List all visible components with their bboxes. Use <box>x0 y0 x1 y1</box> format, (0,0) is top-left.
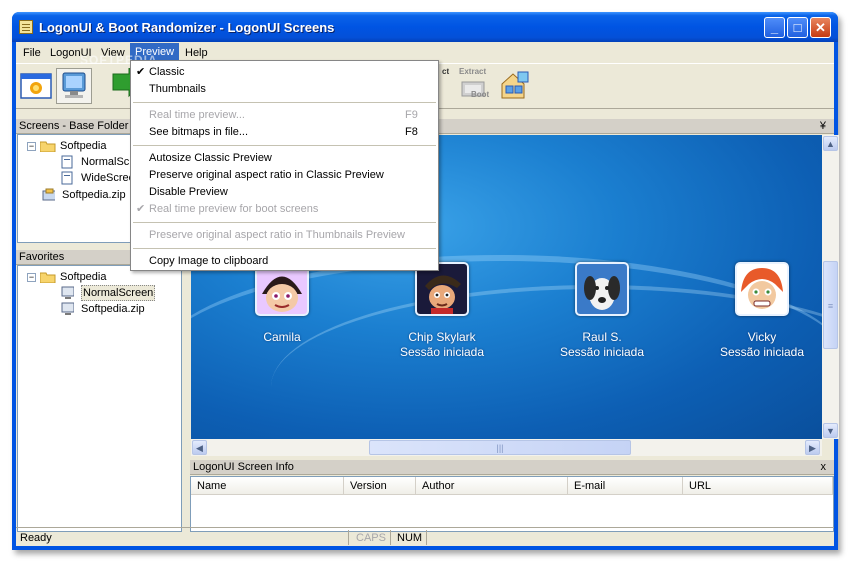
scroll-left-button[interactable]: ◀ <box>192 440 207 455</box>
status-caps: CAPS <box>356 532 386 544</box>
column-url[interactable]: URL <box>683 477 833 495</box>
user-name: Raul S. <box>582 330 622 344</box>
horizontal-scroll-thumb[interactable]: ||| <box>369 440 631 455</box>
scroll-down-button[interactable]: ▼ <box>823 423 838 438</box>
preview-pin-icon[interactable]: ¥ <box>820 119 826 134</box>
monitor-small-icon <box>61 286 74 299</box>
status-ready: Ready <box>20 532 52 544</box>
app-icon[interactable] <box>19 20 33 34</box>
user-name: Chip Skylark <box>408 330 476 344</box>
menu-item-preserve-aspect-thumbnails[interactable]: Preserve original aspect ratio in Thumbn… <box>131 227 438 244</box>
house-screens-icon <box>501 71 529 99</box>
menu-separator <box>133 102 436 103</box>
menu-item-copy-image[interactable]: Copy Image to clipboard <box>131 253 438 270</box>
menu-item-disable-preview[interactable]: Disable Preview <box>131 184 438 201</box>
column-name[interactable]: Name <box>191 477 344 495</box>
title-bar[interactable]: LogonUI & Boot Randomizer - LogonUI Scre… <box>12 12 838 42</box>
menu-separator <box>133 222 436 223</box>
menu-item-classic[interactable]: ✔ Classic <box>131 64 438 81</box>
menu-item-autosize-classic[interactable]: Autosize Classic Preview <box>131 150 438 167</box>
user-tile-camila: Camila <box>212 262 352 345</box>
vertical-scroll-thumb[interactable]: ≡ <box>823 261 838 349</box>
user-avatar <box>575 262 629 316</box>
collapse-toggle[interactable]: − <box>27 273 36 282</box>
screen-file-icon <box>61 171 73 185</box>
column-email[interactable]: E-mail <box>568 477 683 495</box>
install-logonui-button[interactable] <box>496 68 532 104</box>
user-tile-chip-skylark: Chip Skylark Sessão iniciada <box>372 262 512 360</box>
menu-separator <box>133 248 436 249</box>
scroll-up-button[interactable]: ▲ <box>823 136 838 151</box>
status-bar: Ready CAPS NUM <box>16 527 834 547</box>
folder-icon <box>40 141 56 152</box>
menu-file[interactable]: File <box>18 45 46 61</box>
preview-horizontal-scrollbar[interactable]: ◀ ||| ▶ <box>191 439 822 456</box>
status-num: NUM <box>397 532 423 544</box>
zip-file-icon <box>42 188 55 201</box>
monitor-small-icon <box>61 302 74 315</box>
dog-icon <box>577 264 627 314</box>
user-tile-raul-s: Raul S. Sessão iniciada <box>532 262 672 360</box>
user-name: Camila <box>263 330 301 344</box>
screen-file-icon <box>61 155 73 169</box>
user-status: Sessão iniciada <box>559 345 645 359</box>
menu-item-real-time-preview[interactable]: Real time preview... F9 <box>131 107 438 124</box>
minimize-button[interactable]: _ <box>764 17 785 38</box>
check-icon: ✔ <box>136 203 146 215</box>
menu-item-see-bitmaps[interactable]: See bitmaps in file... F8 <box>131 124 438 141</box>
status-separator <box>390 530 391 545</box>
collapse-toggle[interactable]: − <box>27 142 36 151</box>
cartoon-face-icon <box>737 264 787 314</box>
extract-boot-button[interactable]: Extract Boot <box>456 67 492 104</box>
cartoon-face-icon <box>417 264 467 314</box>
scroll-right-button[interactable]: ▶ <box>805 440 820 455</box>
extract-label-bottom: Boot <box>471 90 490 99</box>
status-separator <box>348 530 349 545</box>
column-version[interactable]: Version <box>344 477 416 495</box>
screens-window-icon <box>20 73 52 99</box>
user-status: Sessão iniciada <box>719 345 805 359</box>
check-icon: ✔ <box>136 66 146 78</box>
menu-separator <box>133 145 436 146</box>
screen-info-close-button[interactable]: x <box>821 460 827 475</box>
menu-item-real-time-boot[interactable]: ✔ Real time preview for boot screens <box>131 201 438 218</box>
screen-info-title: LogonUI Screen Info <box>193 461 294 473</box>
folder-icon <box>40 272 56 283</box>
menu-help[interactable]: Help <box>180 45 213 61</box>
status-separator <box>426 530 427 545</box>
menu-item-thumbnails[interactable]: Thumbnails <box>131 81 438 98</box>
menu-item-preserve-aspect-classic[interactable]: Preserve original aspect ratio in Classi… <box>131 167 438 184</box>
close-button[interactable]: ✕ <box>810 17 831 38</box>
user-avatar <box>735 262 789 316</box>
screen-info-list[interactable]: Name Version Author E-mail URL <box>190 476 834 532</box>
monitor-icon <box>62 72 86 98</box>
cartoon-face-icon <box>257 264 307 314</box>
user-status: Sessão iniciada <box>399 345 485 359</box>
window-title: LogonUI & Boot Randomizer - LogonUI Scre… <box>39 20 335 35</box>
preview-menu-dropdown: ✔ Classic Thumbnails Real time preview..… <box>130 60 439 271</box>
preview-screens-button[interactable] <box>56 68 92 104</box>
logonui-screens-button[interactable] <box>18 68 54 104</box>
preview-vertical-scrollbar[interactable]: ▲ ≡ ▼ <box>822 135 839 439</box>
maximize-button[interactable]: □ <box>787 17 808 38</box>
favorites-tree[interactable]: − Softpedia NormalScreen Softpedia.zip <box>17 265 182 532</box>
screen-info-header: LogonUI Screen Info x <box>190 460 834 475</box>
column-author[interactable]: Author <box>416 477 568 495</box>
user-name: Vicky <box>747 330 777 344</box>
extract-partial-label: ct <box>442 67 450 76</box>
user-tile-vicky: Vicky Sessão iniciada <box>692 262 822 360</box>
